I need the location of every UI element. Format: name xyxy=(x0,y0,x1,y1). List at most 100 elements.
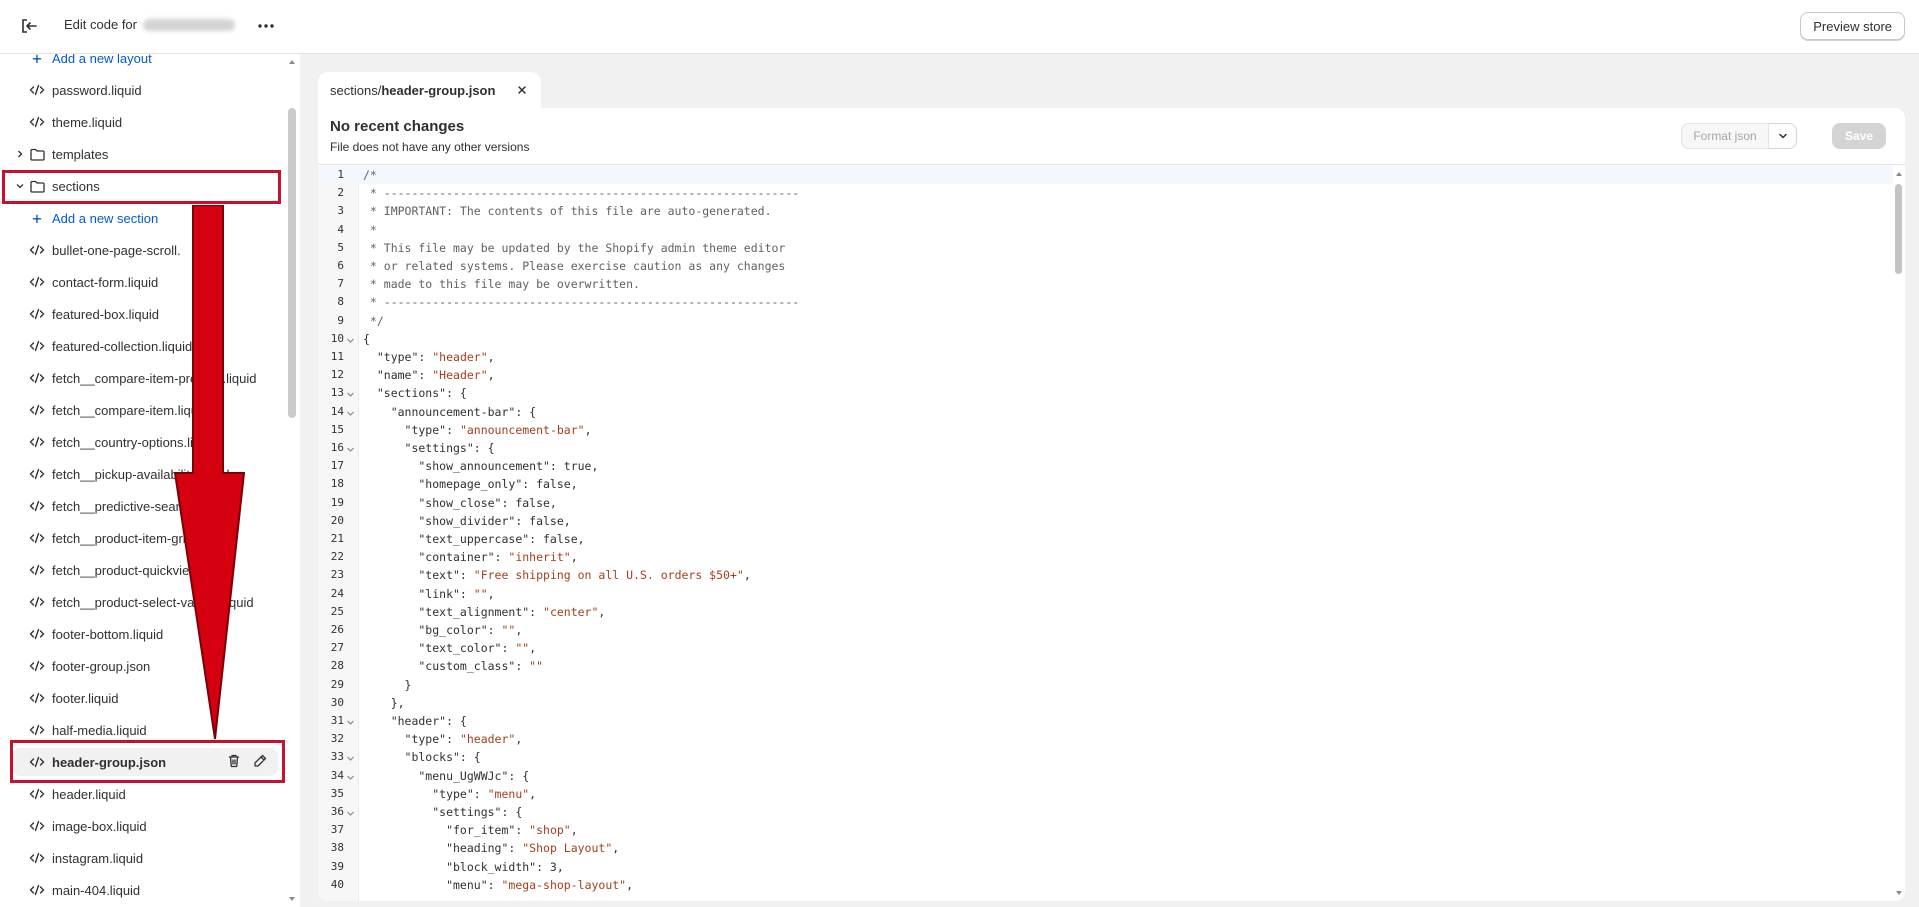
code-line[interactable]: 5 * This file may be updated by the Shop… xyxy=(318,239,1893,257)
code-line[interactable]: 7 * made to this file may be overwritten… xyxy=(318,275,1893,293)
add-link-add-a-new-layout[interactable]: + Add a new layout xyxy=(12,54,278,72)
file-fetch-country-options-liquid[interactable]: fetch__country-options.liquid xyxy=(12,428,278,456)
rename-icon[interactable] xyxy=(252,753,268,769)
code-line[interactable]: 28 "custom_class": "" xyxy=(318,657,1893,675)
save-button[interactable]: Save xyxy=(1832,123,1886,149)
file-instagram-liquid[interactable]: instagram.liquid xyxy=(12,844,278,872)
code-line[interactable]: 27 "text_color": "", xyxy=(318,639,1893,657)
code-line[interactable]: 34 "menu_UgWWJc": { xyxy=(318,767,1893,785)
sidebar-scrollbar[interactable] xyxy=(286,54,298,907)
code-line[interactable]: 19 "show_close": false, xyxy=(318,494,1893,512)
code-line[interactable]: 33 "blocks": { xyxy=(318,748,1893,766)
file-contact-form-liquid[interactable]: contact-form.liquid xyxy=(12,268,278,296)
code-line[interactable]: 10 { xyxy=(318,330,1893,348)
code-line[interactable]: 22 "container": "inherit", xyxy=(318,548,1893,566)
file-fetch-product-item-grid-liquid[interactable]: fetch__product-item-grid.liquid xyxy=(12,524,278,552)
tab-header-group-json[interactable]: sections/header-group.json xyxy=(318,72,542,108)
code-line[interactable]: 38 "heading": "Shop Layout", xyxy=(318,839,1893,857)
folder-sections[interactable]: sections xyxy=(12,172,278,200)
tree-item-label: half-media.liquid xyxy=(52,722,147,738)
code-scroll-thumb[interactable] xyxy=(1895,184,1902,274)
code-line[interactable]: 3 * IMPORTANT: The contents of this file… xyxy=(318,202,1893,220)
fold-chevron-icon[interactable] xyxy=(346,332,355,343)
code-line[interactable]: 24 "link": "", xyxy=(318,585,1893,603)
fold-chevron-icon[interactable] xyxy=(346,405,355,416)
format-options-dropdown[interactable] xyxy=(1769,123,1797,149)
more-actions-icon[interactable] xyxy=(254,14,278,38)
code-line[interactable]: 14 "announcement-bar": { xyxy=(318,403,1893,421)
file-footer-bottom-liquid[interactable]: footer-bottom.liquid xyxy=(12,620,278,648)
sidebar-scroll-thumb[interactable] xyxy=(288,108,296,418)
code-area[interactable]: 1 /* 2 * ---------------------------------… xyxy=(318,166,1905,901)
file-password-liquid[interactable]: password.liquid xyxy=(12,76,278,104)
code-line[interactable]: 16 "settings": { xyxy=(318,439,1893,457)
file-main-404-liquid[interactable]: main-404.liquid xyxy=(12,876,278,904)
scroll-down-icon[interactable] xyxy=(1895,889,1903,897)
delete-icon[interactable] xyxy=(226,753,242,769)
code-line[interactable]: 6 * or related systems. Please exercise … xyxy=(318,257,1893,275)
file-fetch-product-select-variant-liquid[interactable]: fetch__product-select-variant.liquid xyxy=(12,588,278,616)
code-line[interactable]: 40 "menu": "mega-shop-layout", xyxy=(318,876,1893,894)
scroll-up-icon[interactable] xyxy=(1895,170,1903,178)
file-image-box-liquid[interactable]: image-box.liquid xyxy=(12,812,278,840)
code-line[interactable]: 25 "text_alignment": "center", xyxy=(318,603,1893,621)
code-line[interactable]: 39 "block_width": 3, xyxy=(318,858,1893,876)
fold-chevron-icon[interactable] xyxy=(346,386,355,398)
code-line[interactable]: 12 "name": "Header", xyxy=(318,366,1893,384)
code-line[interactable]: 31 "header": { xyxy=(318,712,1893,730)
code-scrollbar[interactable] xyxy=(1893,166,1905,901)
file-half-media-liquid[interactable]: half-media.liquid xyxy=(12,716,278,744)
close-icon[interactable] xyxy=(515,83,529,97)
fold-chevron-icon[interactable] xyxy=(346,750,355,762)
tree-item-label: fetch__predictive-search.liquid xyxy=(52,498,228,514)
preview-store-button[interactable]: Preview store xyxy=(1800,12,1905,40)
file-footer-group-json[interactable]: footer-group.json xyxy=(12,652,278,680)
code-line[interactable]: 26 "bg_color": "", xyxy=(318,621,1893,639)
code-line[interactable]: 21 "text_uppercase": false, xyxy=(318,530,1893,548)
file-featured-collection-liquid[interactable]: featured-collection.liquid xyxy=(12,332,278,360)
exit-icon[interactable] xyxy=(18,15,40,37)
folder-templates[interactable]: templates xyxy=(12,140,278,168)
format-json-button[interactable]: Format json xyxy=(1681,123,1769,149)
fold-chevron-icon[interactable] xyxy=(346,769,355,780)
file-featured-box-liquid[interactable]: featured-box.liquid xyxy=(12,300,278,328)
file-fetch-compare-item-preview-liquid[interactable]: fetch__compare-item-preview.liquid xyxy=(12,364,278,392)
file-header-liquid[interactable]: header.liquid xyxy=(12,780,278,808)
code-line[interactable]: 37 "for_item": "shop", xyxy=(318,821,1893,839)
code-line[interactable]: 36 "settings": { xyxy=(318,803,1893,821)
file-fetch-product-quickview-liquid[interactable]: fetch__product-quickview.liquid xyxy=(12,556,278,584)
code-line[interactable]: 9 */ xyxy=(318,312,1893,330)
code-line[interactable]: 11 "type": "header", xyxy=(318,348,1893,366)
code-line[interactable]: 17 "show_announcement": true, xyxy=(318,457,1893,475)
file-footer-liquid[interactable]: footer.liquid xyxy=(12,684,278,712)
line-number: 30 xyxy=(330,695,344,709)
file-fetch-compare-item-liquid[interactable]: fetch__compare-item.liquid xyxy=(12,396,278,424)
code-line[interactable]: 18 "homepage_only": false, xyxy=(318,475,1893,493)
file-fetch-pickup-availability-liquid[interactable]: fetch__pickup-availability.liquid xyxy=(12,460,278,488)
fold-chevron-icon[interactable] xyxy=(346,441,355,452)
file-bullet-one-page-scroll[interactable]: bullet-one-page-scroll. xyxy=(12,236,278,264)
add-link-add-a-new-section[interactable]: + Add a new section xyxy=(12,204,278,232)
code-line[interactable]: 15 "type": "announcement-bar", xyxy=(318,421,1893,439)
fold-chevron-icon[interactable] xyxy=(346,714,355,725)
file-theme-liquid[interactable]: theme.liquid xyxy=(12,108,278,136)
scroll-down-icon[interactable] xyxy=(288,895,296,903)
code-line[interactable]: 2 * ------------------------------------… xyxy=(318,184,1893,202)
chevron-right-icon[interactable] xyxy=(14,148,26,160)
code-line[interactable]: 4 * xyxy=(318,221,1893,239)
line-number: 20 xyxy=(330,513,344,527)
code-line[interactable]: 20 "show_divider": false, xyxy=(318,512,1893,530)
code-line[interactable]: 35 "type": "menu", xyxy=(318,785,1893,803)
code-line[interactable]: 30 }, xyxy=(318,694,1893,712)
file-header-group-json[interactable]: header-group.json xyxy=(12,748,278,776)
code-line[interactable]: 1 /* xyxy=(318,166,1893,185)
code-line[interactable]: 13 "sections": { xyxy=(318,384,1893,402)
chevron-down-icon[interactable] xyxy=(14,180,26,192)
code-line[interactable]: 8 * ------------------------------------… xyxy=(318,293,1893,311)
code-line[interactable]: 32 "type": "header", xyxy=(318,730,1893,748)
fold-chevron-icon[interactable] xyxy=(346,805,355,816)
scroll-up-icon[interactable] xyxy=(288,58,296,66)
code-line[interactable]: 29 } xyxy=(318,676,1893,694)
code-line[interactable]: 23 "text": "Free shipping on all U.S. or… xyxy=(318,566,1893,584)
file-fetch-predictive-search-liquid[interactable]: fetch__predictive-search.liquid xyxy=(12,492,278,520)
